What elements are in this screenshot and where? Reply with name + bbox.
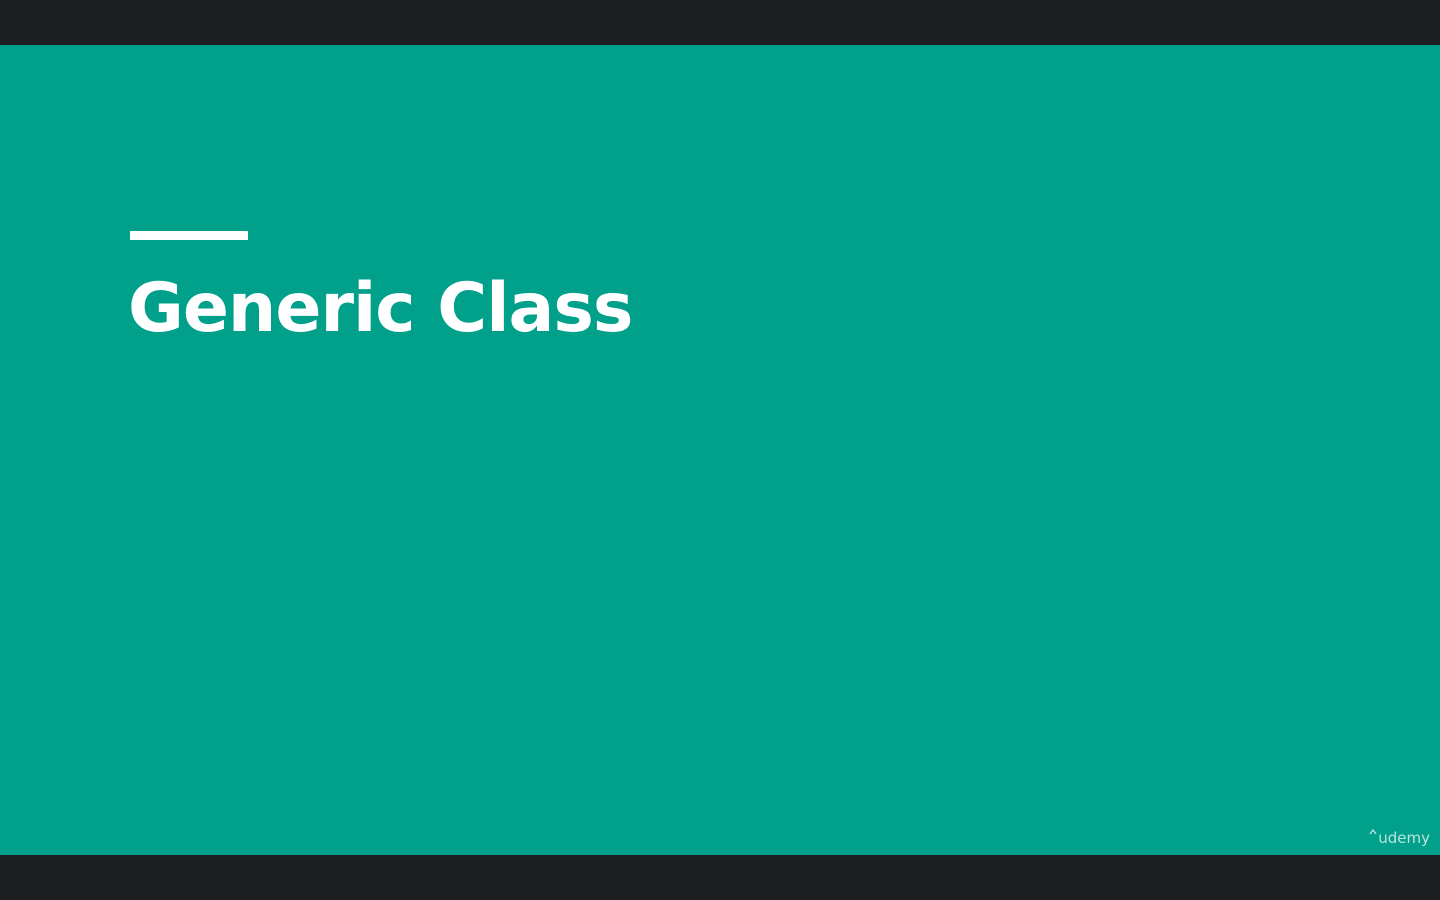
letterbox-bottom <box>0 855 1440 900</box>
watermark-text: udemy <box>1378 829 1430 847</box>
slide-title: Generic Class <box>128 269 633 348</box>
letterbox-top <box>0 0 1440 45</box>
udemy-logo-icon <box>1369 829 1377 835</box>
udemy-watermark: udemy <box>1369 829 1430 847</box>
title-accent-rule <box>130 231 248 240</box>
video-player-frame: Generic Class udemy <box>0 0 1440 900</box>
lecture-slide: Generic Class udemy <box>0 45 1440 855</box>
